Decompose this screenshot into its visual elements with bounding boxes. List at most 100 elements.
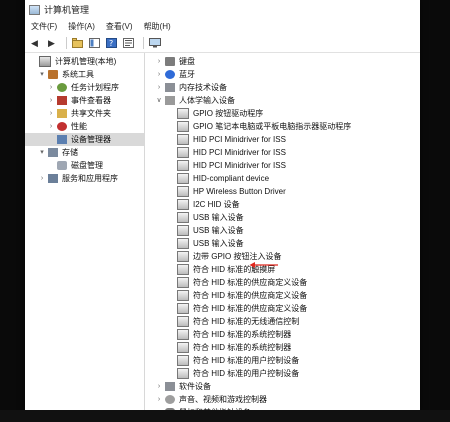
expand-toggle-icon[interactable]: › [47, 107, 55, 120]
console-tree-item[interactable]: › 服务和应用程序 [25, 172, 144, 185]
device-tree-item[interactable]: HID PCI Minidriver for ISS [145, 133, 420, 146]
disk-management-icon [57, 161, 67, 170]
hid-device-icon [177, 290, 189, 301]
device-tree-item[interactable]: GPIO 按钮驱动程序 [145, 107, 420, 120]
device-tree-item[interactable]: › 内存技术设备 [145, 81, 420, 94]
console-tree-item[interactable]: 计算机管理(本地) [25, 55, 144, 68]
hid-device-icon [177, 251, 189, 262]
device-tree-item[interactable]: GPIO 笔记本电脑或平板电脑指示器驱动程序 [145, 120, 420, 133]
annotation-arrow [249, 262, 278, 268]
hid-category-icon [165, 96, 175, 105]
device-tree-item[interactable]: ∨ 人体学输入设备 [145, 94, 420, 107]
hid-device-icon [177, 264, 189, 275]
device-tree-label: 符合 HID 标准的系统控制器 [193, 330, 292, 339]
device-tree-item[interactable]: › 蓝牙 [145, 68, 420, 81]
menu-action[interactable]: 操作(A) [68, 21, 95, 32]
console-tree-item[interactable]: ▾ 存储 [25, 146, 144, 159]
device-tree-label: 内存技术设备 [179, 83, 227, 92]
device-tree-label: 符合 HID 标准的供应商定义设备 [193, 291, 308, 300]
device-tree-item[interactable]: 符合 HID 标准的无线通信控制 [145, 315, 420, 328]
device-tree-item[interactable]: 边带 GPIO 按钮注入设备 [145, 250, 420, 263]
console-tree-label: 系统工具 [62, 70, 94, 79]
event-viewer-icon [57, 96, 67, 105]
device-tree-item[interactable]: 符合 HID 标准的供应商定义设备 [145, 276, 420, 289]
computer-management-icon [39, 56, 51, 67]
device-tree-item[interactable]: › 声音、视频和游戏控制器 [145, 393, 420, 406]
expand-toggle-icon[interactable]: › [155, 68, 163, 81]
device-tree-label: 蓝牙 [179, 70, 195, 79]
console-tree-item[interactable]: › 事件查看器 [25, 94, 144, 107]
device-tree-label: HID PCI Minidriver for ISS [193, 148, 286, 157]
device-tree-item[interactable]: HID PCI Minidriver for ISS [145, 146, 420, 159]
hid-device-icon [177, 342, 189, 353]
device-tree-item[interactable]: USB 输入设备 [145, 211, 420, 224]
help-icon[interactable]: ? [105, 37, 118, 50]
hid-device-icon [177, 225, 189, 236]
back-icon[interactable]: ◀ [28, 37, 41, 50]
hid-device-icon [177, 303, 189, 314]
device-tree-item[interactable]: 符合 HID 标准的用户控制设备 [145, 367, 420, 380]
expand-toggle-icon[interactable]: ∨ [155, 94, 163, 107]
software-device-icon [165, 382, 175, 391]
hid-device-icon [177, 147, 189, 158]
device-tree-item[interactable]: 符合 HID 标准的触摸屏 [145, 263, 420, 276]
device-tree-item[interactable]: HID PCI Minidriver for ISS [145, 159, 420, 172]
device-tree-label: 声音、视频和游戏控制器 [179, 395, 267, 404]
toolbar: ◀ ▶ ? [25, 34, 420, 53]
device-tree-item[interactable]: HP Wireless Button Driver [145, 185, 420, 198]
console-tree-label: 存储 [62, 148, 78, 157]
expand-toggle-icon[interactable]: › [155, 55, 163, 68]
hid-device-icon [177, 368, 189, 379]
console-tree-item[interactable]: › 共享文件夹 [25, 107, 144, 120]
device-tree-item[interactable]: USB 输入设备 [145, 224, 420, 237]
expand-toggle-icon[interactable]: › [155, 393, 163, 406]
app-icon [29, 4, 40, 15]
window-title: 计算机管理 [44, 5, 90, 15]
menu-help[interactable]: 帮助(H) [144, 21, 171, 32]
device-tree-label: 键盘 [179, 57, 195, 66]
expand-toggle-icon[interactable]: › [38, 172, 46, 185]
up-folder-icon[interactable] [71, 37, 84, 50]
device-tree-item[interactable]: 符合 HID 标准的系统控制器 [145, 328, 420, 341]
console-tree-label: 服务和应用程序 [62, 174, 118, 183]
expand-toggle-icon[interactable]: › [47, 94, 55, 107]
console-tree-item[interactable]: 设备管理器 [25, 133, 144, 146]
hid-device-icon [177, 238, 189, 249]
console-tree-item[interactable]: 磁盘管理 [25, 159, 144, 172]
console-tree-item[interactable]: › 任务计划程序 [25, 81, 144, 94]
expand-toggle-icon[interactable]: ▾ [38, 68, 46, 81]
hid-device-icon [177, 329, 189, 340]
toolbar-separator [143, 37, 144, 49]
device-tree-label: 符合 HID 标准的无线通信控制 [193, 317, 300, 326]
device-tree-item[interactable]: 符合 HID 标准的系统控制器 [145, 341, 420, 354]
monitor-icon[interactable] [148, 37, 161, 50]
hid-device-icon [177, 173, 189, 184]
expand-toggle-icon[interactable]: ▾ [38, 146, 46, 159]
menu-view[interactable]: 查看(V) [106, 21, 133, 32]
device-tree-label: 符合 HID 标准的用户控制设备 [193, 369, 300, 378]
sound-icon [165, 395, 175, 404]
expand-toggle-icon[interactable]: › [47, 81, 55, 94]
expand-toggle-icon[interactable]: › [155, 380, 163, 393]
device-tree-item[interactable]: › 键盘 [145, 55, 420, 68]
device-tree-item[interactable]: 符合 HID 标准的用户控制设备 [145, 354, 420, 367]
device-tree-item[interactable]: 符合 HID 标准的供应商定义设备 [145, 289, 420, 302]
properties-icon[interactable] [122, 37, 135, 50]
console-tree-icon[interactable] [88, 37, 101, 50]
console-tree-item[interactable]: › 性能 [25, 120, 144, 133]
forward-icon[interactable]: ▶ [45, 37, 58, 50]
menu-file[interactable]: 文件(F) [31, 21, 57, 32]
expand-toggle-icon[interactable]: › [47, 120, 55, 133]
expand-toggle-icon[interactable]: › [155, 81, 163, 94]
bluetooth-icon [165, 70, 175, 79]
device-tree-item[interactable]: › 软件设备 [145, 380, 420, 393]
console-tree-item[interactable]: ▾ 系统工具 [25, 68, 144, 81]
device-tree-item[interactable]: USB 输入设备 [145, 237, 420, 250]
device-tree-item[interactable]: 符合 HID 标准的供应商定义设备 [145, 302, 420, 315]
device-tree-label: 符合 HID 标准的系统控制器 [193, 343, 292, 352]
device-tree-item[interactable]: I2C HID 设备 [145, 198, 420, 211]
device-tree-label: HID-compliant device [193, 174, 270, 183]
device-tree-label: HID PCI Minidriver for ISS [193, 161, 286, 170]
device-tree-label: 符合 HID 标准的供应商定义设备 [193, 278, 308, 287]
device-tree-item[interactable]: HID-compliant device [145, 172, 420, 185]
